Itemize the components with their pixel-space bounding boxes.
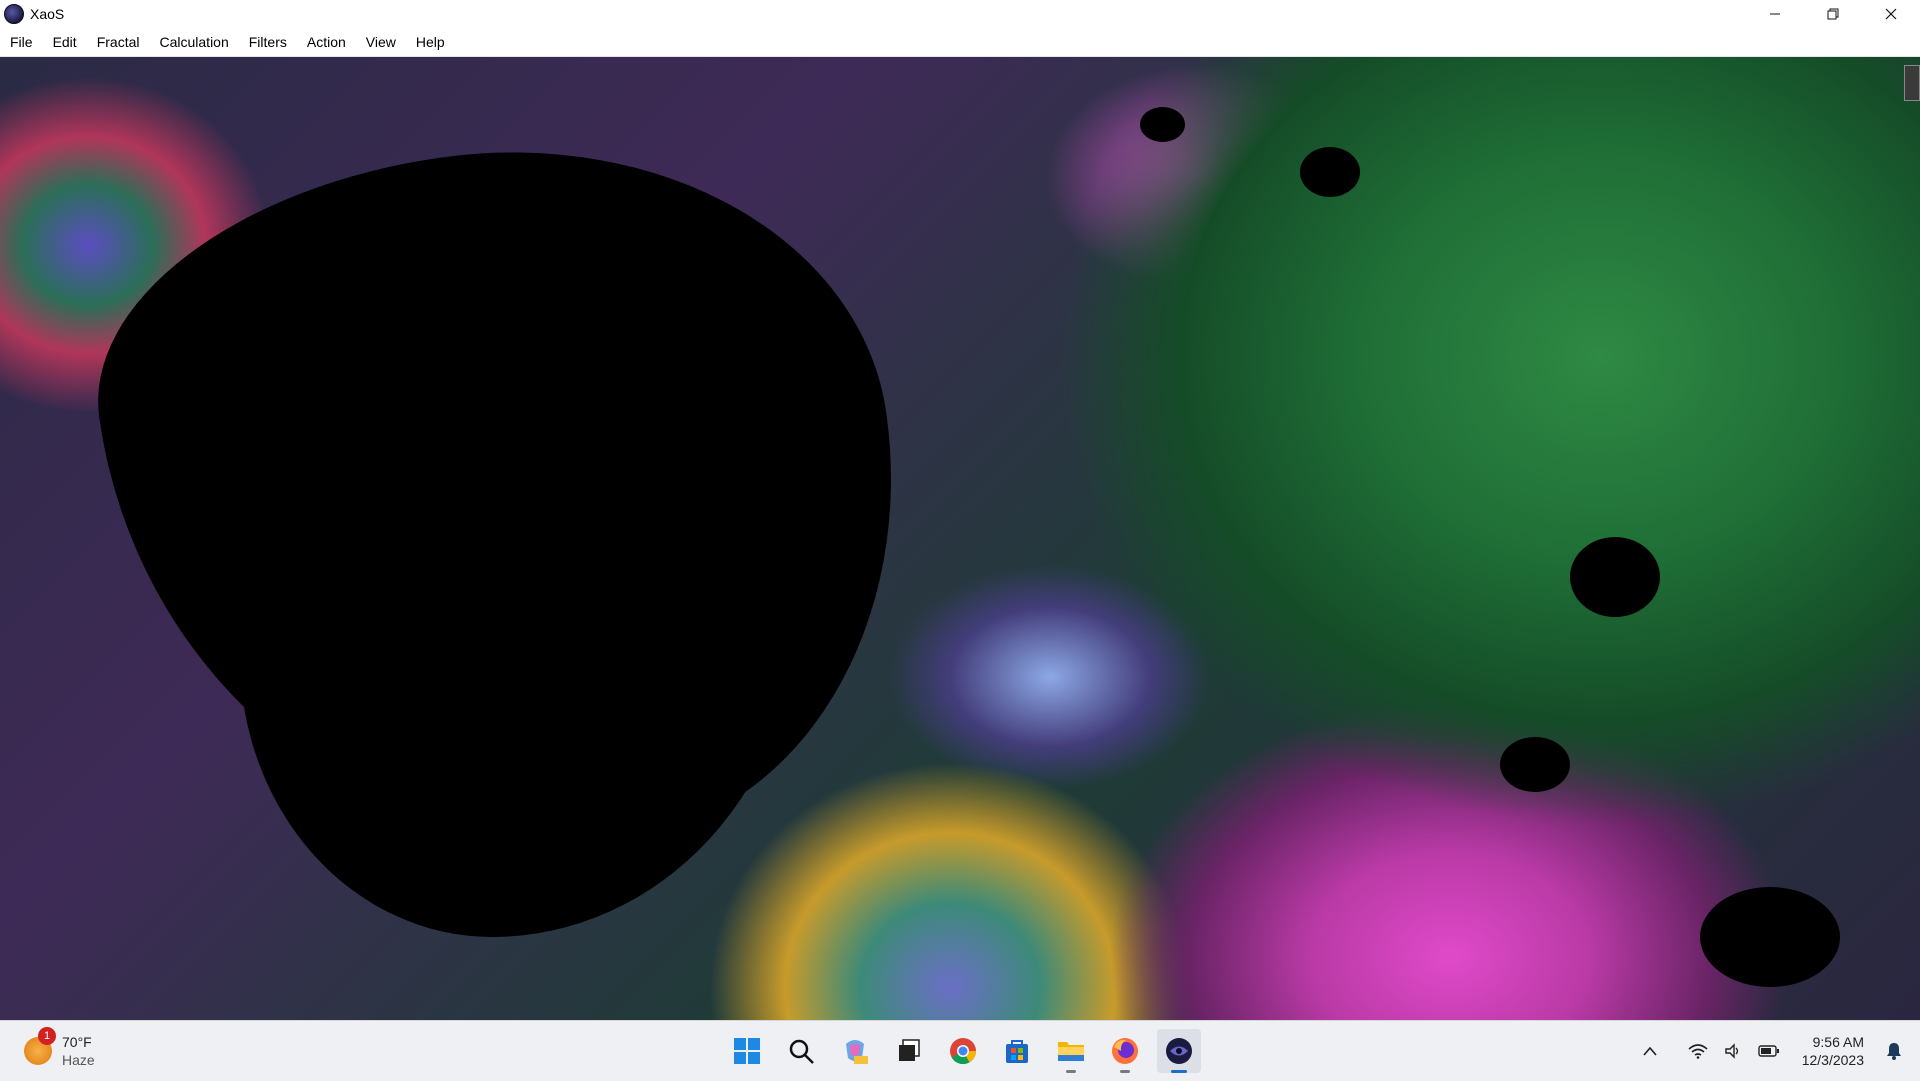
fractal-set-region-lower: [240, 377, 800, 937]
menu-help[interactable]: Help: [406, 28, 455, 56]
xaos-app-icon: [4, 4, 24, 24]
clock-time: 9:56 AM: [1812, 1034, 1864, 1050]
start-button[interactable]: [725, 1029, 769, 1073]
close-icon: [1885, 8, 1897, 20]
clock[interactable]: 9:56 AM 12/3/2023: [1802, 1033, 1864, 1069]
weather-haze-icon: 1: [24, 1027, 56, 1065]
running-indicator: [1120, 1070, 1130, 1073]
active-indicator: [1171, 1070, 1187, 1073]
canvas-corner-handle[interactable]: [1904, 65, 1920, 101]
fractal-mini-set: [1140, 107, 1185, 142]
fractal-canvas[interactable]: [0, 57, 1920, 1020]
menu-view[interactable]: View: [356, 28, 406, 56]
copilot-button[interactable]: [833, 1029, 877, 1073]
store-icon: [1006, 1040, 1028, 1063]
battery-icon: [1758, 1045, 1779, 1057]
chrome-button[interactable]: [941, 1029, 985, 1073]
fractal-mini-set: [1700, 887, 1840, 987]
restore-button[interactable]: [1804, 0, 1862, 28]
speaker-icon: [1725, 1043, 1738, 1059]
bell-icon: [1887, 1043, 1901, 1060]
menu-fractal[interactable]: Fractal: [87, 28, 150, 56]
task-view-icon: [899, 1039, 920, 1061]
notification-badge: 1: [38, 1027, 56, 1045]
volume-button[interactable]: [1724, 1043, 1742, 1059]
taskbar-pinned-apps: [720, 1029, 1206, 1073]
minimize-icon: [1770, 13, 1780, 15]
weather-widget[interactable]: 1 70°F Haze: [24, 1027, 95, 1072]
system-tray: 9:56 AM 12/3/2023: [1634, 1021, 1920, 1081]
chrome-icon: [950, 1038, 977, 1065]
menu-action[interactable]: Action: [297, 28, 356, 56]
store-button[interactable]: [995, 1029, 1039, 1073]
firefox-button[interactable]: [1103, 1029, 1147, 1073]
network-button[interactable]: [1688, 1043, 1708, 1059]
running-indicator: [1066, 1070, 1076, 1073]
fractal-mini-set: [1300, 147, 1360, 197]
notifications-button[interactable]: [1886, 1042, 1902, 1060]
copilot-icon: [846, 1040, 868, 1064]
weather-text: 70°F Haze: [62, 1033, 95, 1069]
xaos-window: XaoS File Edit Fractal Calculation Filte…: [0, 0, 1920, 1020]
firefox-icon: [1112, 1038, 1138, 1064]
close-button[interactable]: [1862, 0, 1920, 28]
menu-edit[interactable]: Edit: [43, 28, 87, 56]
wifi-icon: [1688, 1044, 1708, 1059]
minimize-button[interactable]: [1746, 0, 1804, 28]
battery-button[interactable]: [1758, 1044, 1780, 1058]
weather-condition: Haze: [62, 1052, 95, 1068]
taskbar: 1 70°F Haze 9:56 AM 12/3/2023: [0, 1020, 1920, 1081]
task-view-button[interactable]: [887, 1029, 931, 1073]
menu-file[interactable]: File: [0, 28, 43, 56]
start-icon: [734, 1038, 760, 1064]
weather-temperature: 70°F: [62, 1034, 92, 1050]
chevron-up-icon: [1643, 1046, 1657, 1056]
menu-bar: File Edit Fractal Calculation Filters Ac…: [0, 28, 1920, 57]
xaos-taskbar-button[interactable]: [1157, 1029, 1201, 1073]
title-bar: XaoS: [0, 0, 1920, 28]
window-title: XaoS: [30, 6, 65, 22]
restore-icon: [1827, 8, 1839, 20]
show-hidden-icons-button[interactable]: [1642, 1045, 1658, 1057]
file-explorer-button[interactable]: [1049, 1029, 1093, 1073]
clock-date: 12/3/2023: [1801, 1052, 1864, 1068]
xaos-icon: [1166, 1038, 1192, 1064]
file-explorer-icon: [1058, 1042, 1084, 1061]
menu-filters[interactable]: Filters: [239, 28, 297, 56]
fractal-mini-set: [1570, 537, 1660, 617]
window-controls: [1746, 0, 1920, 28]
search-button[interactable]: [779, 1029, 823, 1073]
fractal-mini-set: [1500, 737, 1570, 792]
menu-calculation[interactable]: Calculation: [149, 28, 238, 56]
search-icon: [789, 1039, 814, 1064]
